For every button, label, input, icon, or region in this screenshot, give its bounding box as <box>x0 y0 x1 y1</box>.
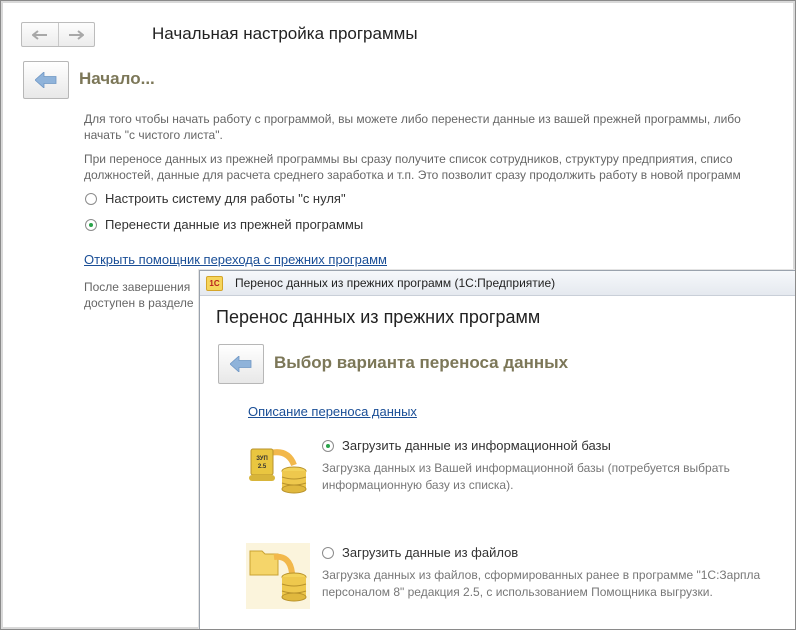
intro-line-2: начать "с чистого листа". <box>84 128 223 142</box>
radio-button[interactable] <box>85 192 97 205</box>
window-title: Начальная настройка программы <box>152 24 418 43</box>
intro-text: Для того чтобы начать работу с программо… <box>84 111 741 143</box>
arrow-left-icon <box>35 72 57 88</box>
zup-version: 2.5 <box>258 464 267 470</box>
radio-clean-label: Настроить систему для работы "с нуля" <box>105 191 346 206</box>
arrow-left-icon <box>31 29 47 40</box>
after-line-1: После завершения <box>84 280 191 294</box>
option-files-label: Загрузить данные из файлов <box>342 545 519 560</box>
nav-back-button[interactable] <box>22 23 58 46</box>
transfer-text: При переносе данных из прежней программы… <box>84 151 741 183</box>
folder-database-icon <box>246 543 310 609</box>
option-infobase-desc-line-2: информационную базу из списка). <box>322 478 514 492</box>
page-header: Начало... <box>79 69 155 88</box>
wizard-link[interactable]: Открыть помощник перехода с прежних прог… <box>84 252 387 267</box>
arrow-left-icon <box>230 356 252 372</box>
radio-load-infobase[interactable]: Загрузить данные из информационной базы <box>322 438 611 453</box>
database-zup-icon: ЗУП 2.5 <box>249 448 307 494</box>
transfer-line-2: должностей, данные для расчета среднего … <box>84 168 741 182</box>
intro-line-1: Для того чтобы начать работу с программо… <box>84 112 741 126</box>
dialog-titlebar-text: Перенос данных из прежних программ (1С:П… <box>235 276 556 290</box>
1c-logo-icon: 1С <box>206 275 223 291</box>
transfer-line-1: При переносе данных из прежней программы… <box>84 152 733 166</box>
dialog-titlebar: 1С Перенос данных из прежних программ (1… <box>200 271 795 296</box>
radio-button-selected[interactable] <box>322 439 334 452</box>
option-files-desc-line-1: Загрузка данных из файлов, сформированны… <box>322 568 761 582</box>
history-navigation <box>21 22 95 47</box>
after-line-2: доступен в разделе <box>84 296 194 310</box>
radio-load-files[interactable]: Загрузить данные из файлов <box>322 545 518 560</box>
option-infobase-desc-line-1: Загрузка данных из Вашей информационной … <box>322 461 730 475</box>
dialog-title: Перенос данных из прежних программ <box>216 307 541 327</box>
main-window: Начальная настройка программы Начало... … <box>0 0 796 630</box>
transfer-dialog: 1С Перенос данных из прежних программ (1… <box>199 270 795 629</box>
radio-transfer-label: Перенести данные из прежней программы <box>105 217 364 232</box>
zup-label: ЗУП <box>256 456 268 462</box>
radio-clean-start[interactable]: Настроить систему для работы "с нуля" <box>85 191 346 206</box>
description-link[interactable]: Описание переноса данных <box>248 404 417 419</box>
nav-forward-button[interactable] <box>57 23 95 46</box>
option-infobase-label: Загрузить данные из информационной базы <box>342 438 611 453</box>
option-files-desc-line-2: персоналом 8" редакция 2.5, с использова… <box>322 585 713 599</box>
radio-transfer-data[interactable]: Перенести данные из прежней программы <box>85 217 363 232</box>
dialog-back-button[interactable] <box>218 344 264 384</box>
arrow-right-icon <box>69 29 85 40</box>
dialog-step-header: Выбор варианта переноса данных <box>274 353 569 372</box>
back-button[interactable] <box>23 61 69 99</box>
option-infobase-description: Загрузка данных из Вашей информационной … <box>322 460 730 494</box>
radio-button-selected[interactable] <box>85 218 97 231</box>
radio-button[interactable] <box>322 546 334 559</box>
after-text: После завершения доступен в разделе <box>84 279 194 311</box>
option-files-description: Загрузка данных из файлов, сформированны… <box>322 567 760 601</box>
